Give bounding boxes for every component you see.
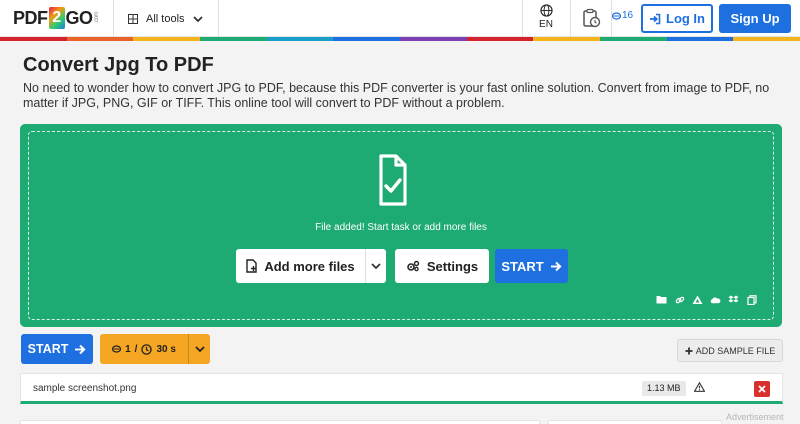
color-stripe-segment xyxy=(466,37,534,41)
credits-dropdown-toggle[interactable] xyxy=(188,334,210,364)
coin-icon xyxy=(112,345,122,353)
arrow-right-icon xyxy=(75,344,86,354)
logo-text-pdf: PDF xyxy=(13,7,48,28)
sign-in-icon xyxy=(650,13,661,24)
chevron-down-icon xyxy=(371,263,381,270)
upload-sources xyxy=(656,294,757,305)
add-more-files-button[interactable]: Add more files xyxy=(236,249,365,283)
credits-counter[interactable]: 16 xyxy=(612,10,633,21)
clipboard-clock-icon xyxy=(583,8,601,28)
page-description: No need to wonder how to convert JPG to … xyxy=(23,81,770,110)
dropzone-message: File added! Start task or add more files xyxy=(315,222,487,233)
grid-icon xyxy=(128,13,138,24)
gears-icon xyxy=(407,260,420,272)
clock-icon xyxy=(141,343,153,355)
close-icon xyxy=(758,385,766,393)
file-size-badge: 1.13 MB xyxy=(642,381,686,396)
login-label: Log In xyxy=(666,11,705,26)
language-selector[interactable]: EN xyxy=(528,4,564,30)
onedrive-icon[interactable] xyxy=(710,294,721,305)
settings-button[interactable]: Settings xyxy=(395,249,489,283)
color-stripe-segment xyxy=(733,37,800,41)
remove-file-button[interactable] xyxy=(754,381,770,397)
separator: / xyxy=(134,343,138,355)
history-button[interactable] xyxy=(576,6,606,30)
divider xyxy=(522,0,523,37)
dropbox-icon[interactable] xyxy=(728,294,739,305)
next-section-edge xyxy=(20,420,540,424)
logo-text-two: 2 xyxy=(48,7,65,29)
color-stripe-segment xyxy=(200,37,267,41)
color-stripe-segment xyxy=(266,37,334,41)
page-title: Convert Jpg To PDF xyxy=(23,54,214,76)
color-stripe-segment xyxy=(66,37,134,41)
credits-estimate[interactable]: 1 / 30 s xyxy=(100,334,210,364)
folder-icon[interactable] xyxy=(656,294,667,305)
divider xyxy=(570,0,571,37)
time-estimate: 30 s xyxy=(156,343,176,355)
divider xyxy=(113,0,114,37)
signup-label: Sign Up xyxy=(730,11,780,26)
add-more-files-label: Add more files xyxy=(264,258,355,274)
color-stripe-segment xyxy=(0,37,67,41)
file-plus-icon xyxy=(246,259,258,273)
copy-icon[interactable] xyxy=(746,294,757,305)
color-stripe-segment xyxy=(133,37,201,41)
arrow-right-icon xyxy=(550,261,562,271)
file-list-item: sample screenshot.png 1.13 MB xyxy=(20,373,783,404)
google-drive-icon[interactable] xyxy=(692,294,703,305)
add-sample-file-button[interactable]: ADD SAMPLE FILE xyxy=(677,339,783,362)
color-stripe xyxy=(0,37,800,41)
language-label: EN xyxy=(539,19,553,30)
login-button[interactable]: Log In xyxy=(641,4,713,33)
chevron-down-icon xyxy=(194,346,205,353)
add-files-dropdown-toggle[interactable] xyxy=(365,249,386,283)
advertisement-label: Advertisement xyxy=(726,412,784,422)
color-stripe-segment xyxy=(333,37,401,41)
next-section-edge xyxy=(548,420,722,424)
coin-icon xyxy=(612,11,621,20)
pdf2go-logo[interactable]: PDF 2 GO .com xyxy=(13,6,100,30)
start-button-main[interactable]: START xyxy=(495,249,568,283)
globe-icon xyxy=(539,4,553,17)
credits-count: 16 xyxy=(622,10,634,21)
signup-button[interactable]: Sign Up xyxy=(719,4,791,33)
chevron-down-icon xyxy=(192,15,203,22)
file-name: sample screenshot.png xyxy=(33,383,137,394)
add-sample-label: ADD SAMPLE FILE xyxy=(695,345,776,356)
start-button[interactable]: START xyxy=(21,334,93,364)
warning-icon[interactable] xyxy=(694,382,705,392)
color-stripe-segment xyxy=(600,37,667,41)
file-check-icon xyxy=(379,154,407,206)
color-stripe-segment xyxy=(400,37,467,41)
logo-text-go: GO xyxy=(65,7,94,28)
link-icon[interactable] xyxy=(674,294,685,305)
logo-text-com: .com xyxy=(93,12,100,24)
divider xyxy=(218,0,219,37)
all-tools-label: All tools xyxy=(146,12,185,25)
start-label: START xyxy=(27,342,69,356)
credits-used: 1 xyxy=(125,343,131,355)
color-stripe-segment xyxy=(533,37,601,41)
plus-icon xyxy=(685,347,693,354)
top-header: PDF 2 GO .com All tools EN 16 Log In Sig… xyxy=(0,0,800,37)
color-stripe-segment xyxy=(666,37,734,41)
credits-estimate-info: 1 / 30 s xyxy=(100,344,188,355)
settings-label: Settings xyxy=(426,258,479,274)
start-label: START xyxy=(501,258,544,274)
all-tools-menu[interactable]: All tools xyxy=(128,0,203,37)
